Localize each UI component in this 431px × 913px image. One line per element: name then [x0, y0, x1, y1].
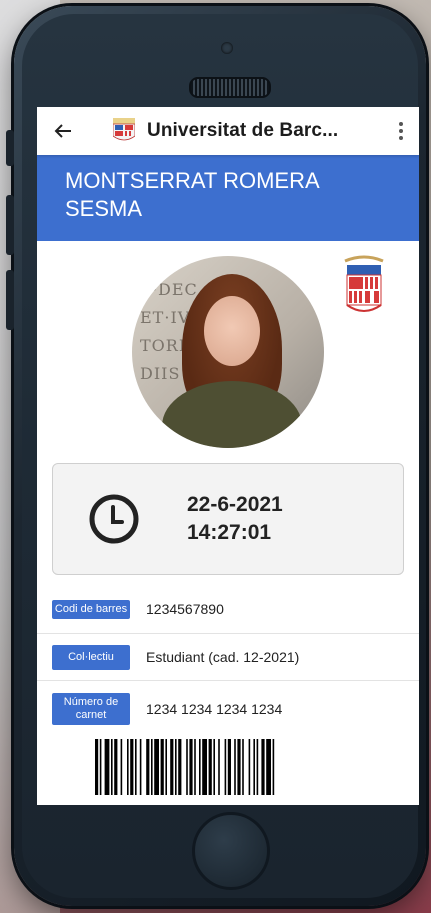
- detail-row-card-number: Número de carnet 1234 1234 1234 1234: [37, 681, 419, 737]
- university-logo-icon: [113, 118, 135, 144]
- earpiece-speaker: [189, 77, 271, 98]
- detail-value: 1234567890: [146, 601, 224, 617]
- app-bar: Universitat de Barc...: [37, 107, 419, 155]
- home-button[interactable]: [192, 812, 270, 890]
- current-date: 22-6-2021: [187, 493, 283, 516]
- detail-value: 1234 1234 1234 1234: [146, 701, 283, 717]
- volume-down-button: [6, 270, 14, 330]
- student-name-banner: MONTSERRAT ROMERA SESMA: [37, 155, 419, 241]
- detail-label: Número de carnet: [52, 693, 130, 725]
- current-time: 14:27:01: [187, 521, 272, 544]
- student-name: MONTSERRAT ROMERA SESMA: [65, 168, 319, 221]
- photo-section: S·DEC ET·IV TORIS DIIS: [37, 241, 419, 463]
- datetime-card: 22-6-2021 14:27:01: [52, 463, 404, 575]
- detail-row-collective: Col·lectiu Estudiant (cad. 12-2021): [37, 634, 419, 681]
- detail-label: Col·lectiu: [52, 644, 130, 670]
- back-button[interactable]: [37, 107, 89, 155]
- silent-switch: [6, 130, 14, 166]
- volume-up-button: [6, 195, 14, 255]
- app-screen: Universitat de Barc... MONTSERRAT ROMERA…: [37, 107, 419, 805]
- detail-label: Codi de barres: [52, 599, 130, 619]
- barcode-image: [95, 739, 275, 795]
- front-camera: [221, 42, 233, 54]
- more-vertical-icon[interactable]: [383, 107, 419, 155]
- detail-value: Estudiant (cad. 12-2021): [146, 649, 300, 665]
- student-photo: S·DEC ET·IV TORIS DIIS: [132, 256, 324, 448]
- clock-icon: [89, 494, 139, 544]
- card-details: Codi de barres 1234567890 Col·lectiu Est…: [37, 585, 419, 737]
- arrow-left-icon: [54, 124, 71, 138]
- detail-row-barcode: Codi de barres 1234567890: [37, 585, 419, 634]
- app-title: Universitat de Barc...: [147, 120, 339, 141]
- university-crest-icon: [341, 255, 387, 321]
